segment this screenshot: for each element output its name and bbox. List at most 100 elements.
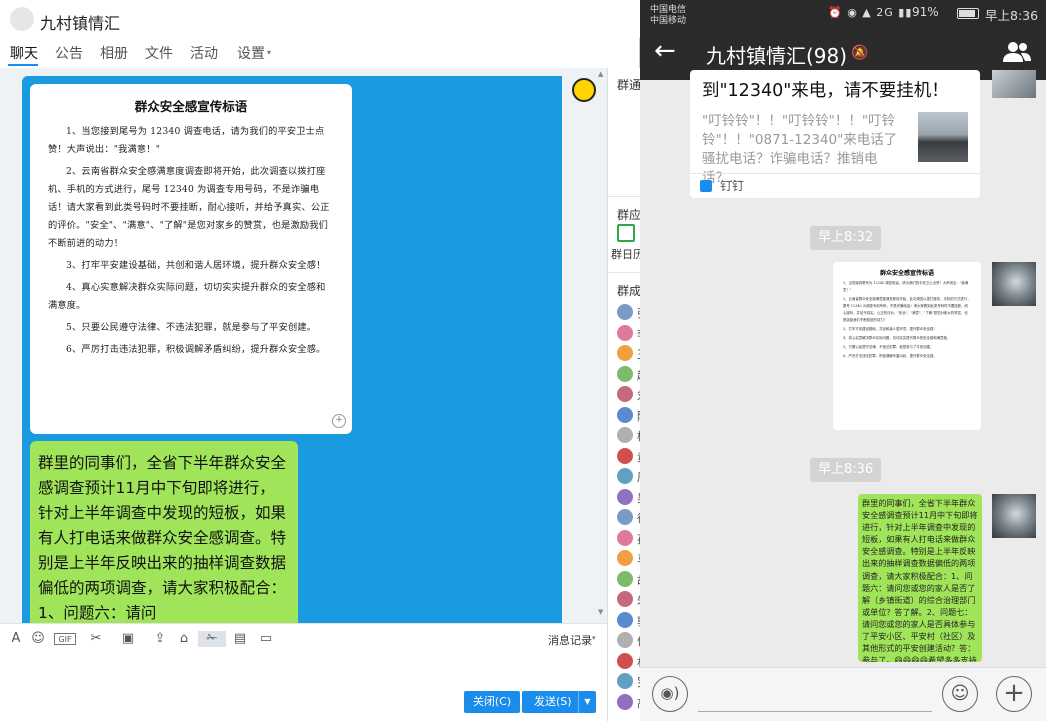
- document-paragraph: 3、打牢平安建设基础，共创和谐人居环境，提升群众安全感！: [66, 260, 326, 271]
- member-avatar[interactable]: [617, 386, 633, 402]
- tab-settings[interactable]: 设置: [237, 43, 265, 63]
- member-avatar[interactable]: [617, 406, 633, 423]
- group-avatar[interactable]: [10, 7, 34, 31]
- member-avatar[interactable]: [617, 632, 633, 648]
- document-paragraph: 5、只要公民遵守法律、不违法犯罪，就是参与了平安创建。: [66, 322, 317, 333]
- scrollbar[interactable]: ▲ ▼: [597, 70, 605, 618]
- calendar-icon[interactable]: [617, 224, 635, 242]
- image-message[interactable]: 群众安全感宣传标语 1、当您接到尾号为 12340 调查电话，请为我们的平安卫士…: [833, 262, 981, 430]
- member-avatar[interactable]: [617, 345, 633, 361]
- image-paragraph: 6、严厉打击违法犯罪，积极调解矛盾纠纷，提升群众安全感。: [843, 354, 937, 358]
- group-notice-heading: 群通: [617, 78, 640, 92]
- link-thumbnail: [918, 112, 968, 162]
- image-paragraph: 1、当您接到尾号为 12340 调查电话，请为我们的平安卫士点赞！大声说出："我…: [843, 281, 969, 292]
- document-paragraph: 2、云南省群众安全感满意度调查即将开始，此次调查以拨打座机、手机的方式进行，尾号…: [48, 166, 330, 249]
- tab-album[interactable]: 相册: [100, 43, 128, 63]
- archive-icon[interactable]: ▤: [232, 631, 248, 647]
- divider: [608, 272, 640, 273]
- member-avatar[interactable]: [617, 365, 633, 382]
- upload-file-icon[interactable]: ⇪: [152, 631, 168, 647]
- member-avatar[interactable]: [617, 304, 633, 320]
- member-avatar[interactable]: [617, 611, 633, 628]
- member-avatar[interactable]: [617, 324, 633, 341]
- member-avatar[interactable]: [617, 673, 633, 689]
- divider: [608, 196, 640, 197]
- sender-avatar[interactable]: [992, 70, 1036, 98]
- link-source-label: 钉钉: [720, 179, 745, 193]
- member-avatar[interactable]: [617, 652, 633, 669]
- more-icon[interactable]: ▭: [258, 631, 274, 647]
- member-avatar[interactable]: [617, 591, 633, 607]
- status-time: 早上8:36: [985, 8, 1039, 23]
- message-area[interactable]: 群众安全感宣传标语 1、当您接到尾号为 12340 调查电话，请为我们的平安卫士…: [0, 68, 607, 623]
- mute-icon: 🔕: [851, 45, 869, 61]
- image-paragraph: 5、只要公民遵守法律、不违法犯罪，就是参与了平安创建。: [843, 345, 934, 349]
- wechat-screen: 中国电信 中国移动 ⏰ ◉ ▲ 2G ▮▮ 91% 早上8:36 ← 九村镇情汇…: [640, 0, 1046, 721]
- voice-icon[interactable]: ◉): [652, 676, 688, 712]
- member-avatar[interactable]: [617, 447, 633, 464]
- image-paragraph: 4、真心实意解决群众实际问题，切切实实提升群众的安全感和满意度。: [843, 336, 951, 340]
- back-arrow-icon[interactable]: ←: [654, 36, 676, 66]
- member-avatar[interactable]: [617, 468, 633, 484]
- input-toolbar: A ☺ GIF ✂ ▣ ⇪ ⌂ ✁ ▤ ▭ 消息记录 ▾: [0, 623, 607, 653]
- message-history-button[interactable]: 消息记录: [548, 632, 592, 648]
- tab-activity[interactable]: 活动: [190, 43, 218, 63]
- battery-icon: [957, 8, 979, 19]
- image-icon[interactable]: ▣: [120, 631, 136, 647]
- tab-announcement[interactable]: 公告: [55, 43, 83, 63]
- scroll-down-icon[interactable]: ▼: [598, 608, 603, 616]
- emoji-icon[interactable]: ☺: [30, 631, 46, 647]
- group-title: 九村镇情汇: [40, 14, 121, 33]
- message-input[interactable]: 关闭(C) 发送(S) ▼: [0, 653, 607, 721]
- link-card-message[interactable]: 到"12340"来电，请不要挂机！ "叮铃铃"！！"叮铃铃"！！"叮铃铃"！！"…: [690, 70, 980, 198]
- font-icon[interactable]: A: [8, 631, 24, 647]
- member-avatar[interactable]: [617, 509, 633, 525]
- timestamp: 早上8:32: [810, 226, 882, 250]
- member-avatar[interactable]: [617, 570, 633, 587]
- battery-percent: 91%: [912, 5, 939, 19]
- member-avatar[interactable]: [617, 693, 633, 710]
- member-avatar[interactable]: [617, 488, 633, 505]
- qq-chat-window: 九村镇情汇 聊天 公告 相册 文件 活动 设置 ▾ 群众安全感宣传标语 1、当您…: [0, 0, 640, 721]
- document-title: 群众安全感宣传标语: [134, 99, 248, 114]
- member-avatar[interactable]: [617, 427, 633, 443]
- gif-icon[interactable]: GIF: [54, 633, 76, 645]
- self-avatar[interactable]: [992, 494, 1036, 538]
- scissors-icon[interactable]: ✁: [198, 631, 226, 647]
- image-message-document[interactable]: 群众安全感宣传标语 1、当您接到尾号为 12340 调查电话，请为我们的平安卫士…: [30, 84, 352, 434]
- chevron-down-icon: ▾: [592, 634, 596, 642]
- group-members-icon[interactable]: [1002, 40, 1032, 64]
- send-label: 发送(S): [534, 695, 572, 708]
- document-paragraph: 4、真心实意解决群众实际问题，切切实实提升群众的安全感和满意度。: [48, 282, 326, 311]
- screenshot-icon[interactable]: ✂: [88, 631, 104, 647]
- chat-title: 九村镇情汇(98): [706, 44, 848, 68]
- self-avatar[interactable]: [992, 262, 1036, 306]
- tab-files[interactable]: 文件: [145, 43, 173, 63]
- member-avatar[interactable]: [617, 529, 633, 546]
- scroll-up-icon[interactable]: ▲: [598, 70, 603, 78]
- group-members-heading: 群成: [617, 284, 640, 298]
- title-bar: 九村镇情汇: [0, 0, 640, 38]
- zoom-icon[interactable]: +: [332, 414, 346, 428]
- document-paragraph: 1、当您接到尾号为 12340 调查电话，请为我们的平安卫士点赞！大声说出："我…: [48, 126, 325, 155]
- plus-icon[interactable]: +: [996, 676, 1032, 712]
- tab-chat[interactable]: 聊天: [10, 43, 38, 63]
- text-message[interactable]: 群里的同事们，全省下半年群众安全感调查预计11月中下旬即将进行，针对上半年调查中…: [30, 441, 298, 623]
- close-button[interactable]: 关闭(C): [464, 691, 520, 713]
- gift-icon[interactable]: ⌂: [176, 631, 192, 647]
- status-icons: ⏰ ◉ ▲ 2G ▮▮: [828, 6, 913, 19]
- carrier-2: 中国移动: [650, 16, 687, 26]
- emoji-icon[interactable]: ☺: [942, 676, 978, 712]
- send-button[interactable]: 发送(S) ▼: [522, 691, 596, 713]
- group-side-panel: 群通 群应 群日历 群成 张李王赵刘陈杨黄周吴徐孙马胡朱郭何林罗高: [607, 68, 640, 721]
- sender-avatar[interactable]: [572, 78, 596, 102]
- link-title: 到"12340"来电，请不要挂机！: [702, 81, 949, 101]
- calendar-label[interactable]: 群日历: [611, 246, 640, 262]
- member-avatar[interactable]: [617, 550, 633, 566]
- tab-bar: 聊天 公告 相册 文件 活动 设置 ▾: [0, 40, 640, 66]
- text-message[interactable]: 群里的同事们，全省下半年群众安全感调查预计11月中下旬即将进行，针对上半年调查中…: [858, 494, 982, 662]
- text-input[interactable]: [698, 711, 932, 712]
- chevron-down-icon[interactable]: ▼: [578, 691, 596, 713]
- document-paragraph: 6、严厉打击违法犯罪，积极调解矛盾纠纷，提升群众安全感。: [66, 344, 326, 355]
- active-tab-indicator: [8, 64, 38, 66]
